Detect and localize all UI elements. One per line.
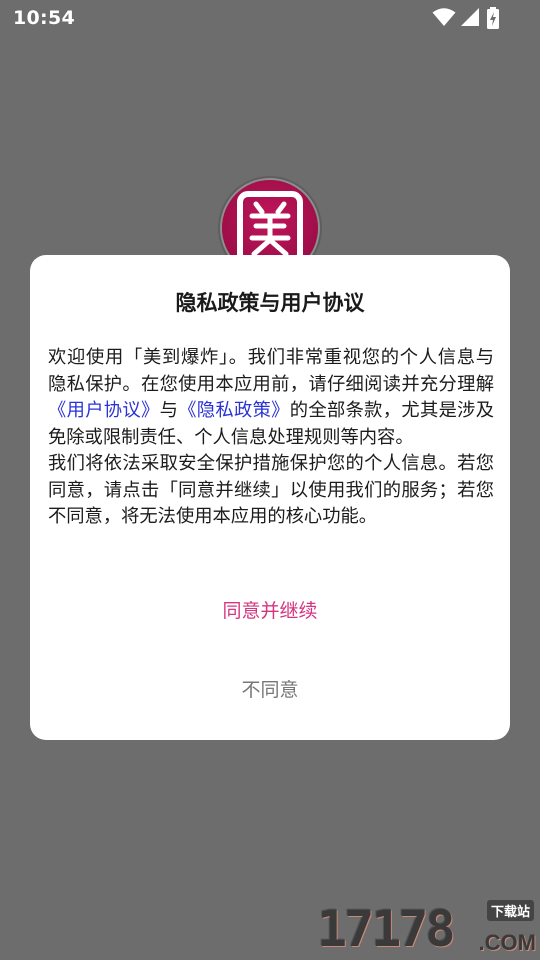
disagree-button[interactable]: 不同意 <box>170 672 370 708</box>
watermark-suffix: .COM <box>478 930 536 955</box>
dialog-body: 欢迎使用「美到爆炸」。我们非常重视您的个人信息与隐私保护。在您使用本应用前，请仔… <box>48 345 494 531</box>
watermark-digits: 17178 <box>317 900 456 958</box>
and-text: 与 <box>159 400 179 421</box>
agree-and-continue-button[interactable]: 同意并继续 <box>170 593 370 629</box>
cellular-signal-icon <box>461 8 479 26</box>
privacy-policy-link[interactable]: 《隐私政策》 <box>178 400 290 421</box>
status-time: 10:54 <box>13 7 75 29</box>
site-watermark: 17178 下载站 .COM <box>315 898 540 960</box>
privacy-dialog: 隐私政策与用户协议 欢迎使用「美到爆炸」。我们非常重视您的个人信息与隐私保护。在… <box>30 255 510 740</box>
watermark-tag: 下载站 <box>486 900 534 921</box>
intro-text: 欢迎使用「美到爆炸」。我们非常重视您的个人信息与隐私保护。在您使用本应用前，请仔… <box>48 347 494 395</box>
user-agreement-link[interactable]: 《用户协议》 <box>48 400 160 421</box>
dialog-paragraph-2: 我们将依法采取安全保护措施保护您的个人信息。若您同意，请点击「同意并继续」以使用… <box>48 453 494 527</box>
status-bar: 10:54 <box>0 0 540 36</box>
wifi-icon <box>432 8 456 26</box>
dialog-paragraph-1: 欢迎使用「美到爆炸」。我们非常重视您的个人信息与隐私保护。在您使用本应用前，请仔… <box>48 345 494 451</box>
battery-charging-icon <box>487 7 499 29</box>
dialog-title: 隐私政策与用户协议 <box>175 291 365 315</box>
